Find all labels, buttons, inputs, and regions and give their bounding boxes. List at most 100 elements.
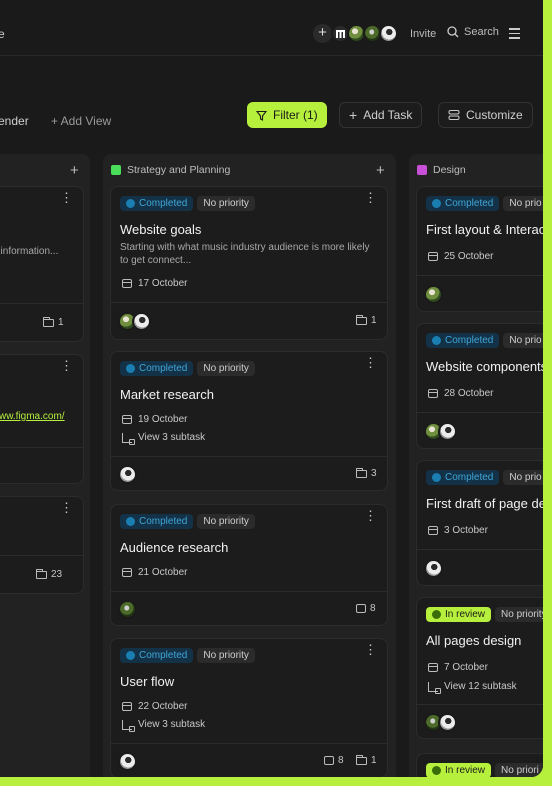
priority-badge[interactable]: No priority [197,196,255,211]
card-footer: 8 [111,591,387,625]
filter-label: Filter (1) [273,108,318,122]
status-badge[interactable]: In review [426,763,492,777]
customize-button[interactable]: Customize [438,102,533,128]
top-bar: e + Invite Search [0,0,543,56]
status-badge[interactable]: Completed [120,196,194,211]
files-count: 1 [43,316,64,328]
task-card[interactable]: Completed No priority ⋮ User flow 22 Oct… [110,638,388,777]
more-icon[interactable]: ⋮ [364,509,377,522]
priority-badge[interactable]: No prio [503,196,543,211]
logo-icon [336,30,345,38]
due-date-value: 25 October [444,251,494,262]
status-badge[interactable]: Completed [120,361,194,376]
priority-badge[interactable]: No priority [197,514,255,529]
more-icon[interactable]: ⋮ [60,191,73,204]
status-badge[interactable]: Completed [120,648,194,663]
card-footer: 1 [0,303,83,341]
assignee-avatar[interactable] [118,465,137,484]
more-icon[interactable]: ⋮ [60,359,73,372]
status-badge[interactable]: Completed [120,514,194,529]
task-card[interactable]: In review No priority All pages design 7… [416,597,543,739]
assignee-avatar[interactable] [132,312,151,331]
search-label: Search [464,26,499,38]
filter-button[interactable]: Filter (1) [247,102,327,128]
add-card-icon[interactable]: + [70,162,79,179]
due-date: 17 October [122,278,187,289]
subtask-link[interactable]: View 3 subtask [122,719,206,732]
priority-badge[interactable]: No priority [197,361,255,376]
due-date: 19 October [122,414,187,425]
priority-badge[interactable]: No priority [197,648,255,663]
more-icon[interactable]: ⋮ [60,501,73,514]
subtask-icon [428,681,441,694]
calendar-icon [428,389,438,398]
status-badge[interactable]: Completed [426,196,500,211]
files-count-value: 1 [371,755,377,766]
subtask-label: View 3 subtask [138,719,206,730]
subtask-link[interactable]: View 3 subtask [122,432,205,445]
card-badges: Completed No prio [426,470,543,485]
more-icon[interactable]: ⋮ [364,356,377,369]
files-count: 1 [356,314,377,326]
task-card[interactable]: In review No priori [416,753,543,777]
card-footer [0,447,83,483]
more-icon[interactable]: ⋮ [364,191,377,204]
card-footer: 8 1 [111,743,387,777]
search-icon [447,26,459,38]
tab-calendar[interactable]: ender [0,114,29,128]
member-avatar[interactable] [379,24,398,43]
comments-count-value: 8 [338,755,344,766]
card-title: First draft of page de [426,496,543,511]
due-date: 25 October [428,251,493,262]
task-card[interactable]: Completed No priority ⋮ Market research … [110,351,388,491]
assignee-avatar[interactable] [424,559,443,578]
subtask-icon [122,432,135,445]
invite-button[interactable]: Invite [410,28,436,40]
task-card[interactable]: ⋮ 23 [0,496,84,594]
assignee-avatar[interactable] [118,752,137,771]
task-card[interactable]: ⋮ ww.figma.com/ [0,354,84,484]
card-footer [417,412,543,448]
search-button[interactable]: Search [447,26,499,38]
task-card[interactable]: Completed No prio First draft of page de… [416,460,543,586]
card-footer [417,275,543,311]
assignee-avatar[interactable] [118,600,137,619]
priority-badge[interactable]: No priority [495,607,543,622]
add-member-button[interactable]: + [313,24,332,43]
more-icon[interactable]: ⋮ [364,643,377,656]
priority-badge[interactable]: No prio [503,333,543,348]
add-task-button[interactable]: + Add Task [339,102,423,128]
calendar-icon [122,568,132,577]
card-badges: In review No priority [426,607,543,622]
priority-badge[interactable]: No prio [503,470,543,485]
status-badge[interactable]: Completed [426,333,500,348]
files-count: 1 [356,754,377,766]
menu-icon[interactable] [509,28,520,42]
card-title: All pages design [426,633,522,648]
task-card[interactable]: Completed No priority ⋮ Audience researc… [110,504,388,626]
assignee-avatar[interactable] [424,285,443,304]
column-color-swatch [111,165,121,175]
filter-icon [256,110,267,121]
plus-icon: + [349,107,358,123]
task-card[interactable]: Completed No prio First layout & Interac… [416,186,543,312]
assignee-avatar[interactable] [438,422,457,441]
customize-label: Customize [466,108,523,122]
task-card[interactable]: Completed No priority ⋮ Website goals St… [110,186,388,340]
priority-badge[interactable]: No priori [495,763,543,777]
subtask-link[interactable]: View 12 subtask [428,681,517,694]
folder-icon [356,314,367,325]
folder-icon [36,568,47,579]
card-link[interactable]: ww.figma.com/ [0,411,65,422]
card-badges: Completed No prio [426,333,543,348]
task-card[interactable]: Completed No prio Website components 28 … [416,323,543,449]
status-badge[interactable]: In review [426,607,492,622]
files-count: 23 [36,568,62,580]
add-view-button[interactable]: + Add View [51,114,111,128]
add-card-icon[interactable]: + [376,162,385,179]
assignee-avatar[interactable] [438,713,457,732]
card-title: Audience research [120,540,229,555]
task-card[interactable]: ⋮ t information... 1 [0,186,84,342]
card-footer: 3 [111,456,387,490]
status-badge[interactable]: Completed [426,470,500,485]
